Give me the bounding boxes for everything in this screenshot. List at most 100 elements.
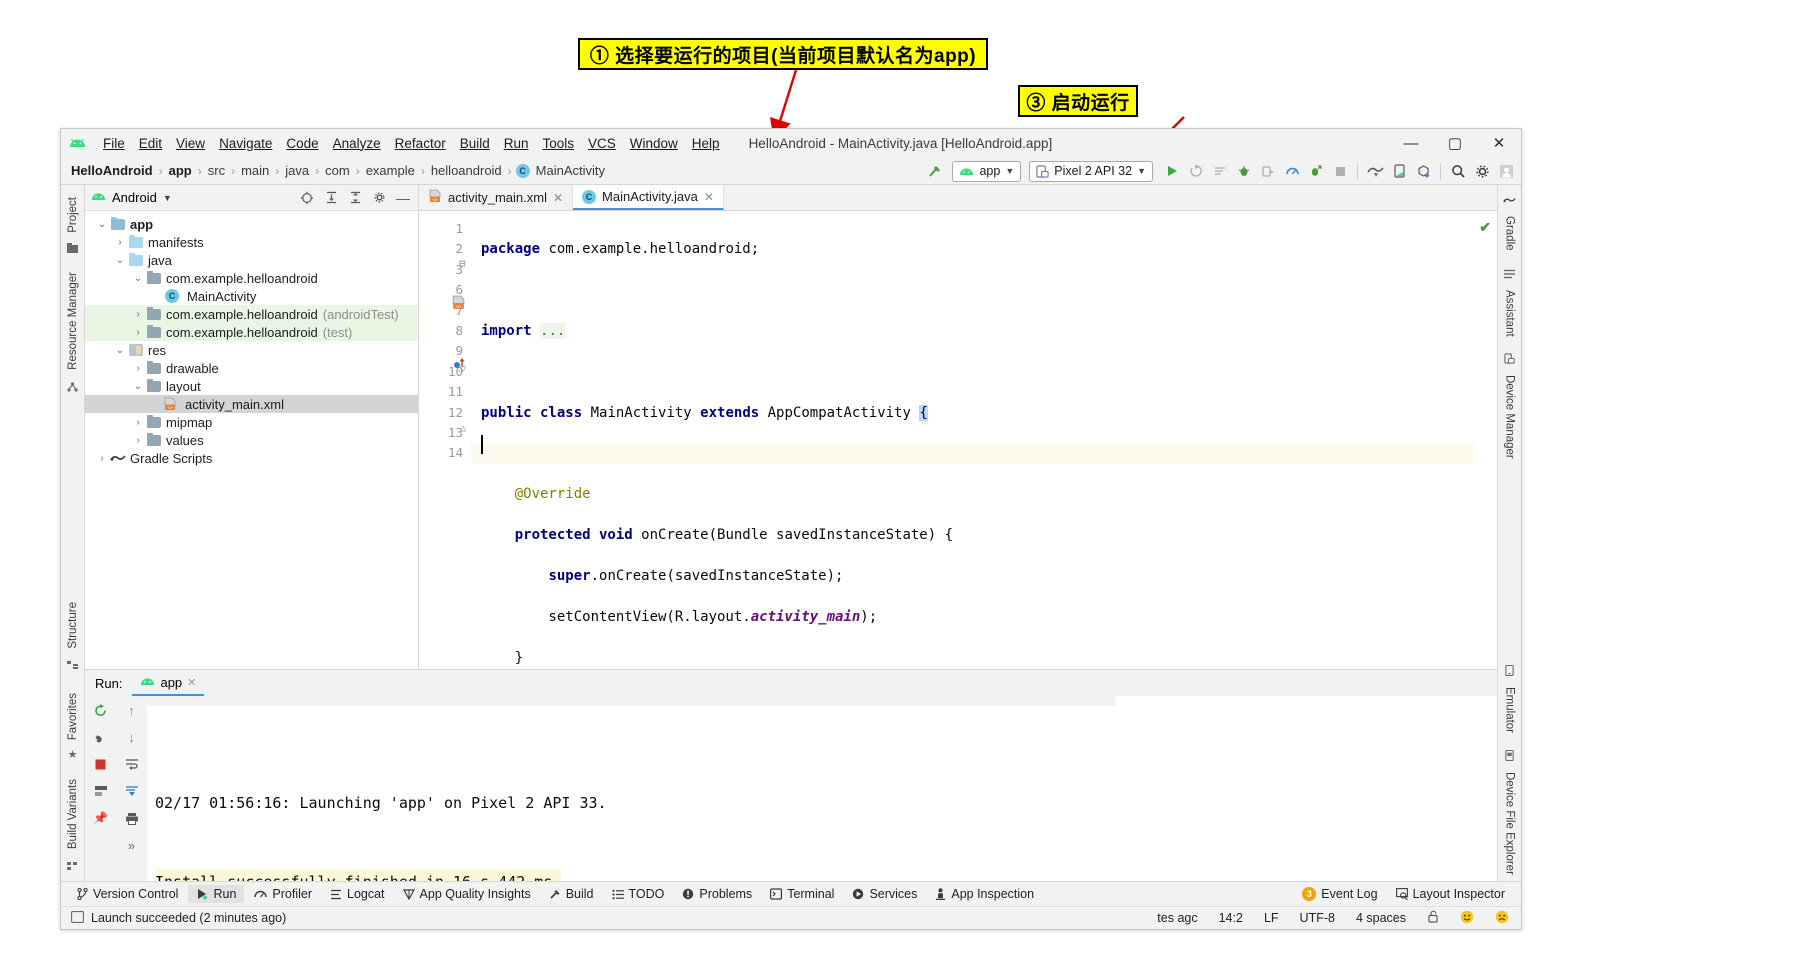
- search-icon[interactable]: [1447, 160, 1469, 182]
- menu-run[interactable]: Run: [497, 134, 536, 153]
- sad-face-icon[interactable]: [1488, 910, 1521, 927]
- maximize-button[interactable]: ▢: [1433, 129, 1477, 157]
- breadcrumb-java[interactable]: java: [283, 163, 311, 178]
- sync-gradle-icon[interactable]: [1412, 160, 1434, 182]
- inspection-strip[interactable]: ✔: [1475, 211, 1497, 669]
- status-encoding[interactable]: UTF-8: [1293, 911, 1342, 925]
- breadcrumb-main[interactable]: main: [239, 163, 271, 178]
- status-indent[interactable]: 4 spaces: [1349, 911, 1413, 925]
- tool-window-version-control[interactable]: Version Control: [69, 885, 186, 903]
- project-view-selector-label[interactable]: Android: [112, 190, 157, 205]
- menu-build[interactable]: Build: [453, 134, 497, 153]
- tree-node-layout[interactable]: ⌄ layout: [85, 377, 418, 395]
- close-icon[interactable]: ✕: [553, 191, 563, 205]
- settings-wrench-icon[interactable]: [90, 727, 112, 747]
- sidebar-item-project[interactable]: Project: [67, 191, 79, 239]
- chevron-down-icon[interactable]: ⌄: [95, 219, 109, 230]
- sidebar-item-build-variants[interactable]: Build Variants: [67, 773, 79, 855]
- locate-icon[interactable]: [298, 189, 316, 207]
- menu-file[interactable]: File: [96, 134, 132, 153]
- sdk-manager-icon[interactable]: [1364, 160, 1386, 182]
- chevron-right-icon[interactable]: ›: [95, 453, 109, 464]
- tree-node-java[interactable]: ⌄ java: [85, 251, 418, 269]
- run-console[interactable]: 02/17 01:56:16: Launching 'app' on Pixel…: [147, 696, 1497, 881]
- tool-window-layout-inspector[interactable]: Layout Inspector: [1388, 885, 1513, 903]
- pin-icon[interactable]: 📌: [90, 808, 112, 828]
- select-run-icon[interactable]: [1209, 160, 1231, 182]
- menu-view[interactable]: View: [169, 134, 212, 153]
- more-icon[interactable]: »: [121, 835, 143, 855]
- chevron-right-icon[interactable]: ›: [131, 309, 145, 320]
- tool-window-run[interactable]: Run: [188, 885, 245, 903]
- stop-icon[interactable]: [90, 754, 112, 774]
- tree-node-drawable[interactable]: › drawable: [85, 359, 418, 377]
- run-configuration-selector[interactable]: app ▼: [952, 160, 1022, 182]
- chevron-right-icon[interactable]: ›: [131, 363, 145, 374]
- scroll-up-icon[interactable]: ↑: [121, 700, 143, 720]
- sidebar-item-assistant[interactable]: Assistant: [1504, 284, 1516, 343]
- close-icon[interactable]: ✕: [704, 190, 714, 204]
- tree-node-app[interactable]: ⌄ app: [85, 215, 418, 233]
- breadcrumb-helloandroid[interactable]: HelloAndroid: [69, 163, 155, 178]
- avatar-icon[interactable]: [1495, 160, 1517, 182]
- scroll-to-end-icon[interactable]: [121, 781, 143, 801]
- tab-mainactivity-java[interactable]: C MainActivity.java ✕: [573, 185, 724, 210]
- chevron-down-icon[interactable]: ⌄: [131, 273, 145, 284]
- chevron-right-icon[interactable]: ›: [131, 417, 145, 428]
- status-caret-position[interactable]: 14:2: [1212, 911, 1250, 925]
- tree-node-package-test[interactable]: › com.example.helloandroid (test): [85, 323, 418, 341]
- minimize-button[interactable]: —: [1389, 129, 1433, 157]
- chevron-down-icon[interactable]: ▼: [163, 193, 172, 203]
- fold-marker-method[interactable]: ▽: [460, 360, 466, 380]
- sidebar-item-structure[interactable]: Structure: [67, 596, 79, 655]
- scroll-down-icon[interactable]: ↓: [121, 727, 143, 747]
- breadcrumb-com[interactable]: com: [323, 163, 352, 178]
- menu-code[interactable]: Code: [279, 134, 325, 153]
- tool-window-event-log[interactable]: 3 Event Log: [1294, 885, 1385, 903]
- tab-activity-main-xml[interactable]: <> activity_main.xml ✕: [419, 185, 574, 210]
- layout-resource-gutter-icon[interactable]: <>: [451, 295, 466, 313]
- debug-bug-icon[interactable]: [1233, 160, 1255, 182]
- sidebar-item-gradle[interactable]: Gradle: [1504, 210, 1516, 257]
- run-with-coverage-icon[interactable]: [1185, 160, 1207, 182]
- tool-window-terminal[interactable]: Terminal: [762, 885, 842, 903]
- fold-marker-method-end[interactable]: △: [460, 419, 466, 439]
- print-icon[interactable]: [121, 808, 143, 828]
- sidebar-item-device-file-explorer[interactable]: Device File Explorer: [1504, 766, 1516, 881]
- close-icon[interactable]: ✕: [187, 676, 196, 689]
- chevron-down-icon[interactable]: ⌄: [113, 255, 127, 266]
- hide-icon[interactable]: —: [394, 189, 412, 207]
- tool-window-problems[interactable]: Problems: [674, 885, 760, 903]
- ide-status-icon[interactable]: [71, 910, 84, 926]
- tool-window-app-quality-insights[interactable]: App Quality Insights: [395, 885, 539, 903]
- collapse-all-icon[interactable]: [346, 189, 364, 207]
- tool-window-profiler[interactable]: Profiler: [246, 885, 320, 903]
- code-text[interactable]: package com.example.helloandroid; import…: [459, 211, 1475, 669]
- run-tab-app[interactable]: app ✕: [132, 671, 205, 696]
- unlock-icon[interactable]: [1420, 910, 1446, 926]
- chevron-right-icon[interactable]: ›: [131, 435, 145, 446]
- tool-window-todo[interactable]: TODO: [604, 885, 673, 903]
- tree-node-mipmap[interactable]: › mipmap: [85, 413, 418, 431]
- menu-tools[interactable]: Tools: [536, 134, 582, 153]
- chevron-down-icon[interactable]: ⌄: [131, 381, 145, 392]
- tree-node-package-androidtest[interactable]: › com.example.helloandroid (androidTest): [85, 305, 418, 323]
- menu-window[interactable]: Window: [623, 134, 685, 153]
- tree-node-activity-main-xml[interactable]: <> activity_main.xml: [85, 395, 418, 413]
- build-hammer-icon[interactable]: [924, 160, 946, 182]
- chevron-down-icon[interactable]: ⌄: [113, 345, 127, 356]
- gear-icon[interactable]: [1471, 160, 1493, 182]
- tool-window-services[interactable]: Services: [844, 885, 925, 903]
- menu-edit[interactable]: Edit: [132, 134, 169, 153]
- status-cell-project[interactable]: tes agc: [1150, 911, 1204, 925]
- breadcrumb-src[interactable]: src: [206, 163, 227, 178]
- sidebar-item-resource-manager[interactable]: Resource Manager: [67, 266, 79, 376]
- menu-navigate[interactable]: Navigate: [212, 134, 279, 153]
- tree-node-res[interactable]: ⌄ res: [85, 341, 418, 359]
- chevron-right-icon[interactable]: ›: [131, 327, 145, 338]
- device-target-selector[interactable]: Pixel 2 API 32 ▼: [1029, 160, 1153, 182]
- avd-manager-icon[interactable]: [1388, 160, 1410, 182]
- tree-node-manifests[interactable]: › manifests: [85, 233, 418, 251]
- expand-all-icon[interactable]: [322, 189, 340, 207]
- sidebar-item-favorites[interactable]: Favorites: [67, 687, 79, 746]
